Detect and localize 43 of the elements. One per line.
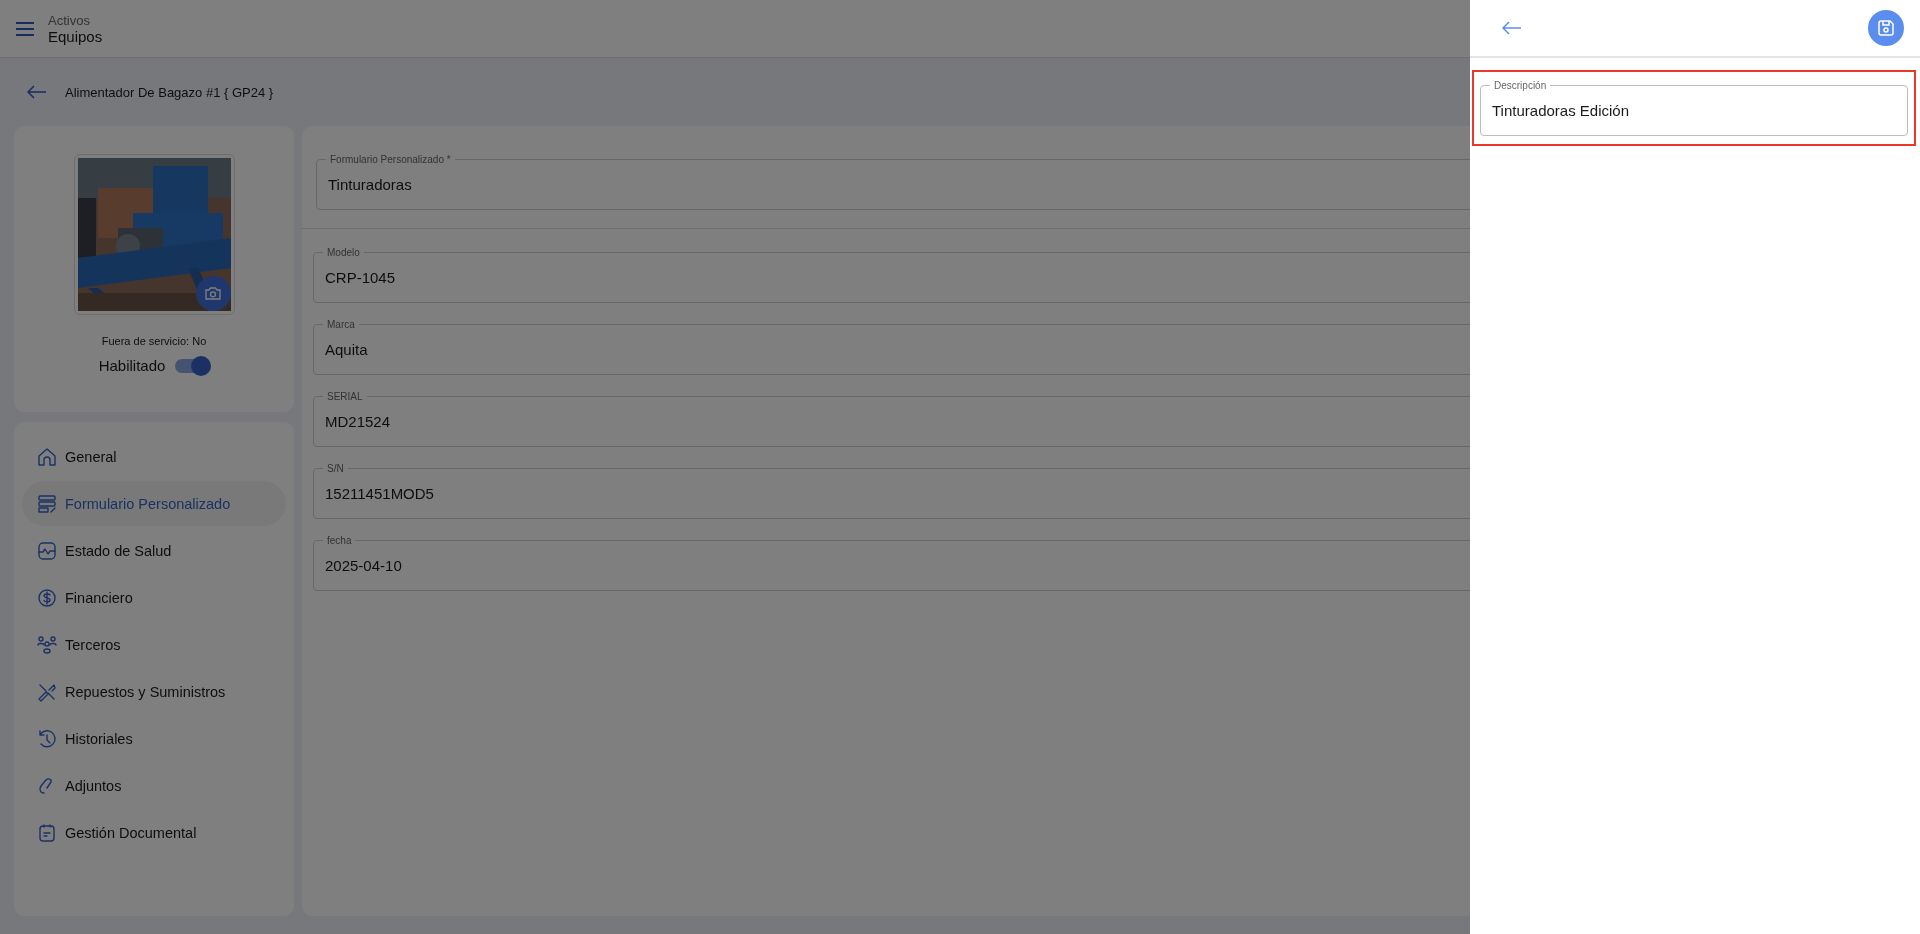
- breadcrumb-section: Activos: [48, 12, 103, 28]
- page-title: Equipos: [48, 27, 103, 45]
- enabled-label: Habilitado: [98, 357, 166, 374]
- nav-item[interactable]: Estado de Salud: [22, 528, 286, 573]
- field-value: Tinturadoras: [328, 175, 412, 193]
- list-icon: [37, 493, 57, 514]
- field-value: 2025-04-10: [325, 556, 402, 574]
- nav-item[interactable]: Financiero: [22, 575, 286, 620]
- field-label: fecha: [326, 535, 353, 546]
- home-icon: [37, 446, 57, 467]
- field-label: Descripción: [1493, 80, 1548, 91]
- back-arrow-icon[interactable]: [27, 85, 47, 99]
- save-button[interactable]: [1868, 10, 1904, 46]
- nav-item[interactable]: General: [22, 434, 286, 479]
- nav-item[interactable]: Adjuntos: [22, 763, 286, 808]
- field-value: CRP-1045: [325, 268, 396, 286]
- enabled-toggle[interactable]: [175, 358, 210, 373]
- doc-icon: [37, 822, 57, 843]
- nav-item[interactable]: Formulario Personalizado: [22, 481, 286, 526]
- nav-item[interactable]: Terceros: [22, 622, 286, 667]
- field-value: Aquita: [325, 340, 368, 358]
- camera-icon: [205, 287, 221, 300]
- field-value: 15211451MOD5: [325, 484, 434, 502]
- field-label: S/N: [326, 463, 345, 474]
- people-icon: [37, 634, 57, 655]
- health-icon: [37, 540, 57, 561]
- field-label: Modelo: [326, 247, 361, 258]
- field-label: Marca: [326, 319, 356, 330]
- dollar-icon: [37, 587, 57, 608]
- save-icon: [1877, 19, 1895, 37]
- asset-title: Alimentador De Bagazo #1 { GP24 }: [65, 84, 274, 100]
- field-label: SERIAL: [326, 391, 364, 402]
- back-arrow-icon[interactable]: [1502, 21, 1522, 35]
- menu-icon[interactable]: [16, 21, 34, 36]
- history-icon: [37, 728, 57, 749]
- field-value: MD21524: [325, 412, 391, 430]
- description-field[interactable]: Descripción Tinturadoras Edición: [1480, 80, 1908, 136]
- nav-item[interactable]: Historiales: [22, 716, 286, 761]
- nav-item[interactable]: Gestión Documental: [22, 810, 286, 855]
- out-of-service-status: Fuera de servicio: No: [101, 335, 207, 347]
- field-value: Tinturadoras Edición: [1492, 101, 1629, 119]
- nav-item[interactable]: Repuestos y Suministros: [22, 669, 286, 714]
- field-label: Formulario Personalizado *: [329, 154, 452, 165]
